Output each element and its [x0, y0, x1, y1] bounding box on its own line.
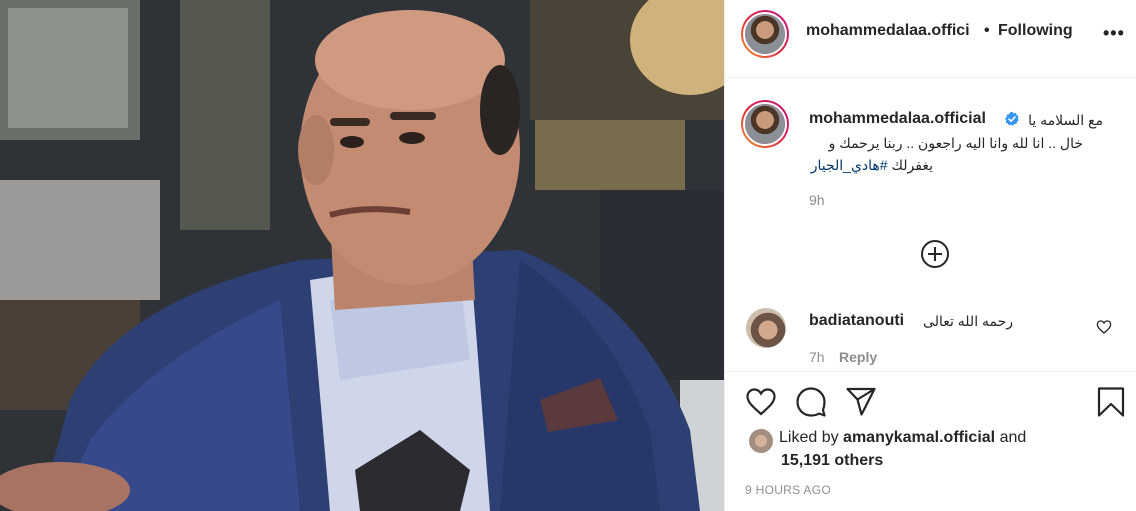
caption-username[interactable]: mohammedalaa.official [809, 110, 986, 128]
likes-count[interactable]: 15,191 others [781, 452, 883, 470]
post-image [0, 0, 724, 511]
action-bar: Liked by amanykamal.official and 15,191 … [725, 371, 1136, 511]
comment-time: 7h [809, 349, 825, 365]
comment-text: رحمه الله تعالى [923, 313, 1013, 329]
liked-by-prefix: Liked by [779, 429, 839, 446]
caption-text: يغفرلك [891, 157, 933, 173]
heart-icon[interactable] [745, 386, 777, 418]
reply-button[interactable]: Reply [839, 349, 877, 365]
hashtag-link[interactable]: #هادي_الجيار [811, 157, 888, 173]
post-header: mohammedalaa.offici • Following ••• [725, 0, 1136, 78]
author-avatar[interactable] [741, 10, 789, 58]
commenter-username[interactable]: badiatanouti [809, 312, 904, 330]
following-button[interactable]: Following [998, 22, 1073, 40]
post-photo[interactable] [0, 0, 724, 511]
liked-by-text: Liked by amanykamal.official and [779, 429, 1026, 447]
commenter-avatar[interactable] [746, 308, 786, 348]
header-username[interactable]: mohammedalaa.offici [806, 22, 970, 40]
caption-line-3: يغفرلك #هادي_الجيار [809, 157, 933, 174]
header-separator: • [984, 22, 990, 39]
more-options-icon[interactable]: ••• [1103, 23, 1125, 44]
caption-time: 9h [809, 192, 825, 208]
verified-icon [1005, 111, 1019, 126]
share-icon[interactable] [845, 386, 877, 418]
post-sidebar: mohammedalaa.offici • Following ••• moha… [724, 0, 1136, 511]
liker-avatar[interactable] [749, 429, 773, 453]
liked-by-and: and [999, 429, 1027, 446]
caption-line-1: مع السلامه يا [1028, 112, 1103, 128]
liker-username[interactable]: amanykamal.official [843, 429, 995, 446]
save-icon[interactable] [1095, 386, 1127, 418]
comment-like-icon[interactable] [1096, 319, 1112, 335]
comment-icon[interactable] [795, 386, 827, 418]
caption-line-2: خال .. انا لله وانا اليه راجعون .. ربنا … [828, 135, 1083, 151]
add-comment-icon[interactable] [919, 238, 951, 270]
caption-avatar[interactable] [741, 100, 789, 148]
post-timestamp[interactable]: 9 HOURS AGO [745, 483, 831, 497]
